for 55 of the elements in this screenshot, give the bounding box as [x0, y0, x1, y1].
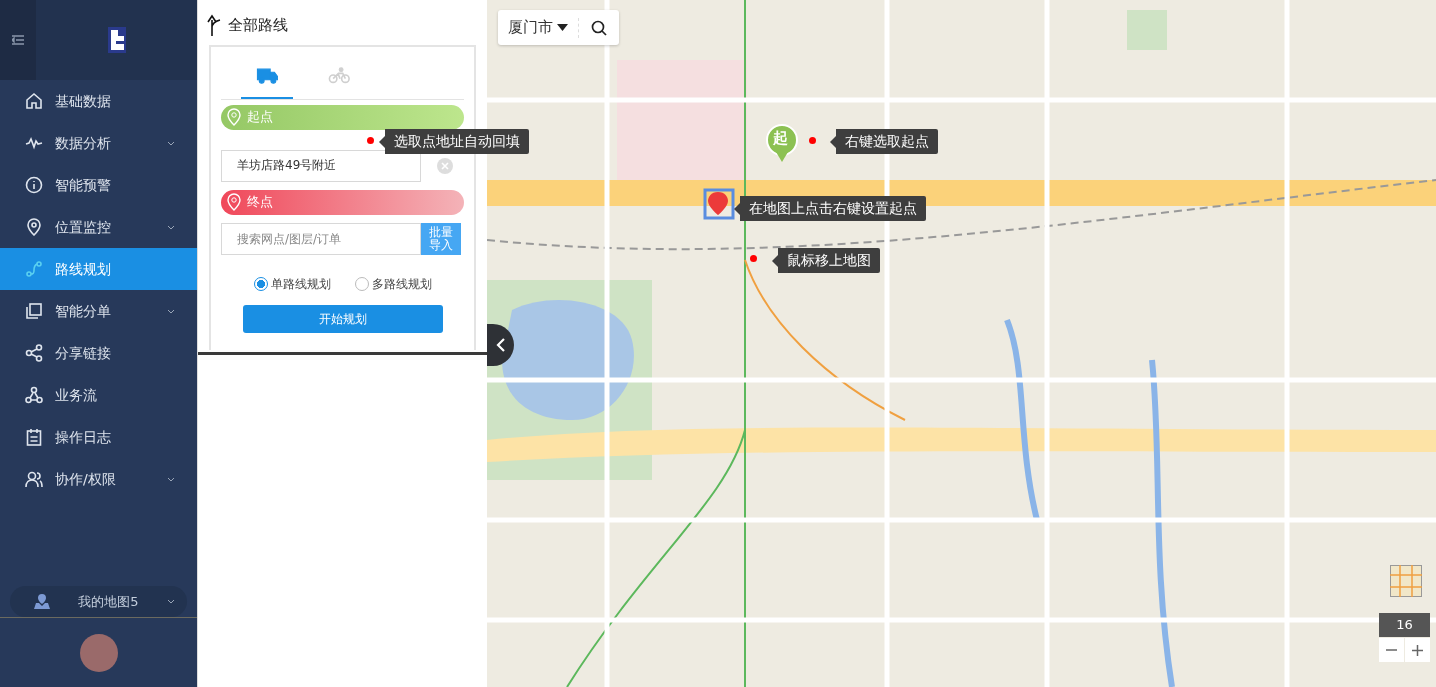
menu-item-icon — [25, 176, 43, 194]
menu-item-icon — [25, 428, 43, 446]
menu-item-icon — [25, 344, 43, 362]
zoom-level: 16 — [1379, 613, 1430, 637]
logo-icon — [105, 27, 128, 53]
user-avatar[interactable] — [79, 633, 118, 672]
start-marker[interactable] — [766, 124, 798, 164]
map-thumbnail-icon[interactable] — [1390, 565, 1422, 597]
end-search-field[interactable]: 搜索网点/图层/订单 — [221, 222, 421, 255]
search-icon — [591, 19, 607, 36]
menu-item-icon — [25, 386, 43, 404]
bicycle-icon — [328, 67, 350, 84]
route-fork-icon — [206, 14, 222, 37]
truck-icon — [256, 67, 278, 84]
panel-title: 全部路线 — [228, 15, 288, 36]
menu-icon[interactable] — [12, 35, 24, 45]
chevron-left-icon — [495, 338, 505, 352]
tooltip: 鼠标移上地图 — [772, 248, 880, 273]
plan-type-radio[interactable]: 单路线规划 — [253, 274, 331, 293]
menu-item-icon — [25, 302, 43, 320]
sidebar-item[interactable]: 位置监控 — [0, 206, 197, 248]
menu-item-icon — [25, 470, 43, 488]
caret-down-icon — [557, 24, 568, 31]
hover-point-marker — [367, 137, 374, 144]
end-point-label: 终点 — [247, 193, 273, 212]
hover-point-marker — [809, 137, 816, 144]
tooltip: 选取点地址自动回填 — [379, 129, 529, 154]
start-address-field[interactable]: 羊坊店路49号附近 — [221, 149, 421, 182]
hover-point-marker — [750, 255, 757, 262]
zoom-in-button[interactable] — [1405, 638, 1430, 662]
menu-item-icon — [25, 218, 43, 236]
start-point-label: 起点 — [247, 108, 273, 127]
tooltip: 在地图上点击右键设置起点 — [734, 196, 926, 221]
chevron-down-icon — [167, 599, 175, 604]
menu-item-icon — [25, 92, 43, 110]
plan-type-radio[interactable]: 多路线规划 — [354, 274, 432, 293]
sidebar-item[interactable]: 分享链接 — [0, 332, 197, 374]
minus-icon — [1386, 649, 1397, 651]
my-map-label: 我的地图5 — [77, 592, 140, 611]
menu-item-icon — [25, 260, 43, 278]
plus-icon — [1412, 644, 1423, 656]
sidebar-item[interactable]: 智能预警 — [0, 164, 197, 206]
sidebar-item[interactable]: 数据分析 — [0, 122, 197, 164]
sidebar-item[interactable]: 智能分单 — [0, 290, 197, 332]
map-pin-icon — [34, 594, 50, 609]
tooltip: 右键选取起点 — [830, 129, 938, 154]
sidebar-item[interactable]: 基础数据 — [0, 80, 197, 122]
sidebar-item[interactable]: 操作日志 — [0, 416, 197, 458]
my-map-selector[interactable]: 我的地图5 — [10, 586, 187, 617]
sidebar-item[interactable]: 业务流 — [0, 374, 197, 416]
sidebar-item[interactable]: 协作/权限 — [0, 458, 197, 500]
location-pin-icon — [227, 108, 241, 126]
start-marker-label: 起 — [773, 128, 788, 149]
zoom-out-button[interactable] — [1379, 638, 1404, 662]
location-pin-icon — [227, 193, 241, 211]
